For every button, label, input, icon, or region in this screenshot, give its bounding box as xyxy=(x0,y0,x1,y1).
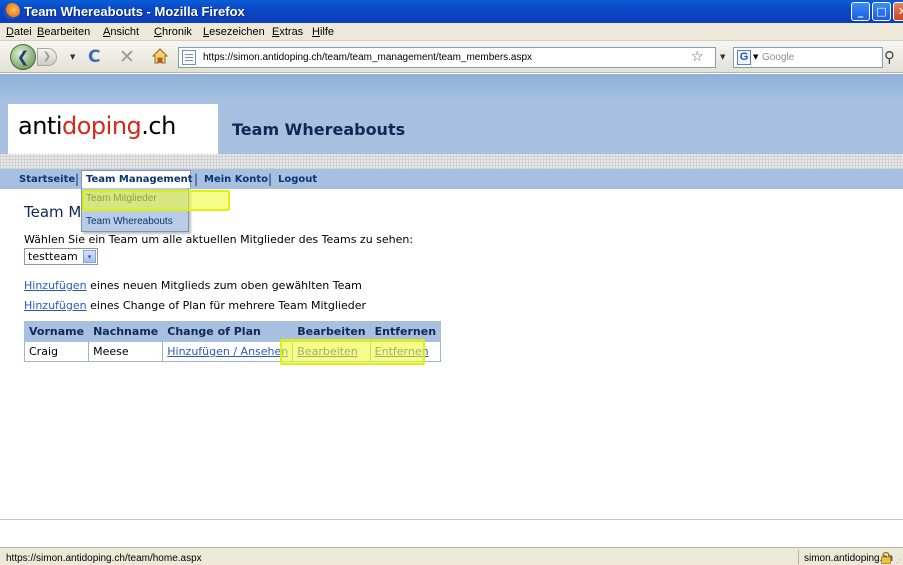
dropdown-divider xyxy=(82,210,188,211)
nav-logout[interactable]: Logout xyxy=(278,174,317,185)
cell-vorname: Craig xyxy=(23,341,90,362)
add-member-line: Hinzufügen eines neuen Mitglieds zum obe… xyxy=(24,279,362,292)
dropdown-item-team-whereabouts[interactable]: Team Whereabouts xyxy=(86,216,173,227)
url-dropdown-icon[interactable]: ▼ xyxy=(720,53,725,61)
add-plan-text: eines Change of Plan für mehrere Team Mi… xyxy=(86,299,366,312)
change-of-plan-link[interactable]: Hinzufügen / Ansehen xyxy=(167,345,288,358)
back-button[interactable]: ❮ xyxy=(10,44,36,70)
nav-mein-konto[interactable]: Mein Konto xyxy=(204,174,268,185)
add-member-link[interactable]: Hinzufügen xyxy=(24,279,87,292)
menu-bearbeiten[interactable]: Bearbeiten xyxy=(37,26,90,38)
table-row: Craig Meese Hinzufügen / Ansehen Bearbei… xyxy=(23,341,442,362)
window-titlebar: Team Whereabouts - Mozilla Firefox _ □ ✕ xyxy=(0,0,903,23)
search-go-icon[interactable]: ⚲ xyxy=(884,48,895,66)
col-nachname: Nachname xyxy=(88,321,164,342)
team-select[interactable]: testteam ▾ xyxy=(24,248,98,265)
status-bar: https://simon.antidoping.ch/team/home.as… xyxy=(0,519,903,565)
lock-icon[interactable] xyxy=(881,552,891,564)
status-host: simon.antidoping.ch xyxy=(804,553,893,564)
menu-chronik[interactable]: Chronik xyxy=(154,26,192,38)
members-table: Vorname Nachname Change of Plan Bearbeit… xyxy=(23,321,442,362)
nav-separator: | xyxy=(194,172,199,186)
page-bottom-blank xyxy=(0,520,903,548)
navigation-toolbar: ❮ ❯ ▼ C ✕ https://simon.antidoping.ch/te… xyxy=(0,41,903,73)
site-logo: antidoping.ch xyxy=(18,112,176,140)
edit-link[interactable]: Bearbeiten xyxy=(297,345,357,358)
search-input[interactable]: Google xyxy=(762,52,794,63)
logo-part-ch: .ch xyxy=(141,112,176,140)
menu-extras[interactable]: Extras xyxy=(272,26,303,38)
select-prompt: Wählen Sie ein Team um alle aktuellen Mi… xyxy=(24,233,414,246)
close-button[interactable]: ✕ xyxy=(893,2,903,21)
logo-part-doping: doping xyxy=(62,112,142,140)
window-title: Team Whereabouts - Mozilla Firefox xyxy=(24,4,245,19)
nav-separator: | xyxy=(268,172,273,186)
nav-separator: | xyxy=(75,172,80,186)
status-url: https://simon.antidoping.ch/team/home.as… xyxy=(6,553,202,564)
table-header-row: Vorname Nachname Change of Plan Bearbeit… xyxy=(23,321,442,342)
bookmark-star-icon[interactable]: ☆ xyxy=(691,49,704,65)
remove-link[interactable]: Entfernen xyxy=(375,345,429,358)
nav-startseite[interactable]: Startseite xyxy=(19,174,75,185)
search-engine-dropdown-icon[interactable]: ▼ xyxy=(753,53,758,61)
menu-datei[interactable]: Datei xyxy=(6,26,32,38)
url-text[interactable]: https://simon.antidoping.ch/team/team_ma… xyxy=(203,52,532,63)
add-member-text: eines neuen Mitglieds zum oben gewählten… xyxy=(86,279,362,292)
minimize-button[interactable]: _ xyxy=(851,2,870,21)
team-management-dropdown: Team Mitglieder Team Whereabouts xyxy=(81,188,189,232)
cell-change-of-plan: Hinzufügen / Ansehen xyxy=(162,341,294,362)
cell-entfernen: Entfernen xyxy=(369,341,442,362)
menubar: Datei Bearbeiten Ansicht Chronik Lesezei… xyxy=(0,23,903,41)
firefox-icon xyxy=(4,3,20,19)
address-bar[interactable]: https://simon.antidoping.ch/team/team_ma… xyxy=(178,47,716,68)
menu-lesezeichen[interactable]: Lesezeichen xyxy=(203,26,265,38)
col-change-of-plan: Change of Plan xyxy=(162,321,294,342)
add-plan-link[interactable]: Hinzufügen xyxy=(24,299,87,312)
cell-nachname: Meese xyxy=(88,341,164,362)
cell-bearbeiten: Bearbeiten xyxy=(292,341,371,362)
site-title: Team Whereabouts xyxy=(232,120,406,139)
nav-team-management[interactable]: Team Management xyxy=(86,174,193,185)
history-dropdown-icon[interactable]: ▼ xyxy=(70,53,75,61)
google-icon[interactable]: G xyxy=(737,50,751,65)
page-title: Team M xyxy=(24,203,82,221)
add-plan-line: Hinzufügen eines Change of Plan für mehr… xyxy=(24,299,366,312)
menu-ansicht[interactable]: Ansicht xyxy=(103,26,139,38)
menu-hilfe[interactable]: Hilfe xyxy=(312,26,334,38)
logo-part-anti: anti xyxy=(18,112,63,140)
team-select-value: testteam xyxy=(28,250,78,263)
search-bar[interactable]: G ▼ Google xyxy=(733,47,883,68)
col-entfernen: Entfernen xyxy=(369,321,442,342)
maximize-button[interactable]: □ xyxy=(872,2,891,21)
decorative-pattern-band xyxy=(0,154,903,169)
forward-button[interactable]: ❯ xyxy=(37,48,57,66)
page-top-band xyxy=(0,74,903,104)
home-icon[interactable] xyxy=(151,47,169,65)
status-separator xyxy=(798,550,799,564)
col-vorname: Vorname xyxy=(23,321,90,342)
col-bearbeiten: Bearbeiten xyxy=(292,321,371,342)
page-favicon-icon xyxy=(182,50,196,65)
reload-button[interactable]: C xyxy=(88,47,100,67)
stop-button[interactable]: ✕ xyxy=(119,46,135,68)
dropdown-item-team-mitglieder[interactable]: Team Mitglieder xyxy=(86,193,157,204)
resize-grip-icon[interactable]: ⋰ xyxy=(893,558,901,565)
chevron-down-icon[interactable]: ▾ xyxy=(83,250,96,263)
